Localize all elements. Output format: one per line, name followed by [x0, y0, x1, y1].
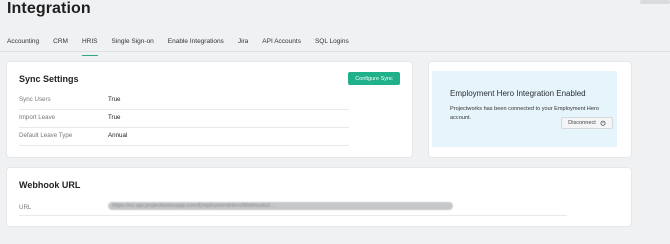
disconnect-label: Disconnect [568, 120, 596, 126]
tab-jira[interactable]: Jira [238, 38, 248, 52]
webhook-url-card: Webhook URL URL https://nz-api.projectwo… [7, 168, 631, 226]
sync-users-row: Sync Users True [19, 92, 349, 110]
employment-hero-card: Employment Hero Integration Enabled Proj… [429, 62, 631, 157]
employment-hero-status-title: Employment Hero Integration Enabled [450, 89, 586, 98]
tab-divider [0, 51, 670, 52]
import-leave-value: True [108, 114, 121, 121]
tab-sql-logins[interactable]: SQL Logins [315, 38, 349, 52]
sync-users-label: Sync Users [19, 96, 51, 103]
tab-hris[interactable]: HRIS [81, 38, 98, 56]
tab-api-accounts[interactable]: API Accounts [262, 38, 301, 52]
webhook-url-value[interactable]: https://nz-api.projectworksapp.com/Emplo… [108, 202, 453, 210]
tab-bar: Accounting CRM HRIS Single Sign-on Enabl… [7, 38, 363, 56]
import-leave-row: Import Leave True [19, 110, 349, 128]
webhook-url-label: URL [19, 204, 32, 211]
default-leave-type-label: Default Leave Type [19, 132, 73, 139]
import-leave-label: Import Leave [19, 114, 56, 121]
scrollbar[interactable] [640, 0, 670, 4]
sync-users-value: True [108, 96, 121, 103]
configure-sync-button[interactable]: Configure Sync [348, 72, 400, 85]
default-leave-type-value: Annual [108, 132, 128, 139]
webhook-url-row: URL https://nz-api.projectworksapp.com/E… [19, 202, 567, 216]
sync-settings-title: Sync Settings [19, 74, 79, 84]
employment-hero-status-panel: Employment Hero Integration Enabled Proj… [432, 71, 617, 147]
default-leave-type-row: Default Leave Type Annual [19, 128, 349, 146]
sync-settings-card: Sync Settings Configure Sync Sync Users … [7, 62, 412, 157]
integration-page: Integration Accounting CRM HRIS Single S… [0, 0, 670, 244]
tab-crm[interactable]: CRM [53, 38, 68, 52]
webhook-url-title: Webhook URL [19, 180, 81, 190]
tab-single-sign-on[interactable]: Single Sign-on [112, 38, 154, 52]
tab-enable-integrations[interactable]: Enable Integrations [168, 38, 224, 52]
page-title: Integration [7, 0, 91, 17]
power-icon [600, 120, 606, 126]
disconnect-button[interactable]: Disconnect [561, 117, 613, 129]
tab-accounting[interactable]: Accounting [7, 38, 39, 52]
